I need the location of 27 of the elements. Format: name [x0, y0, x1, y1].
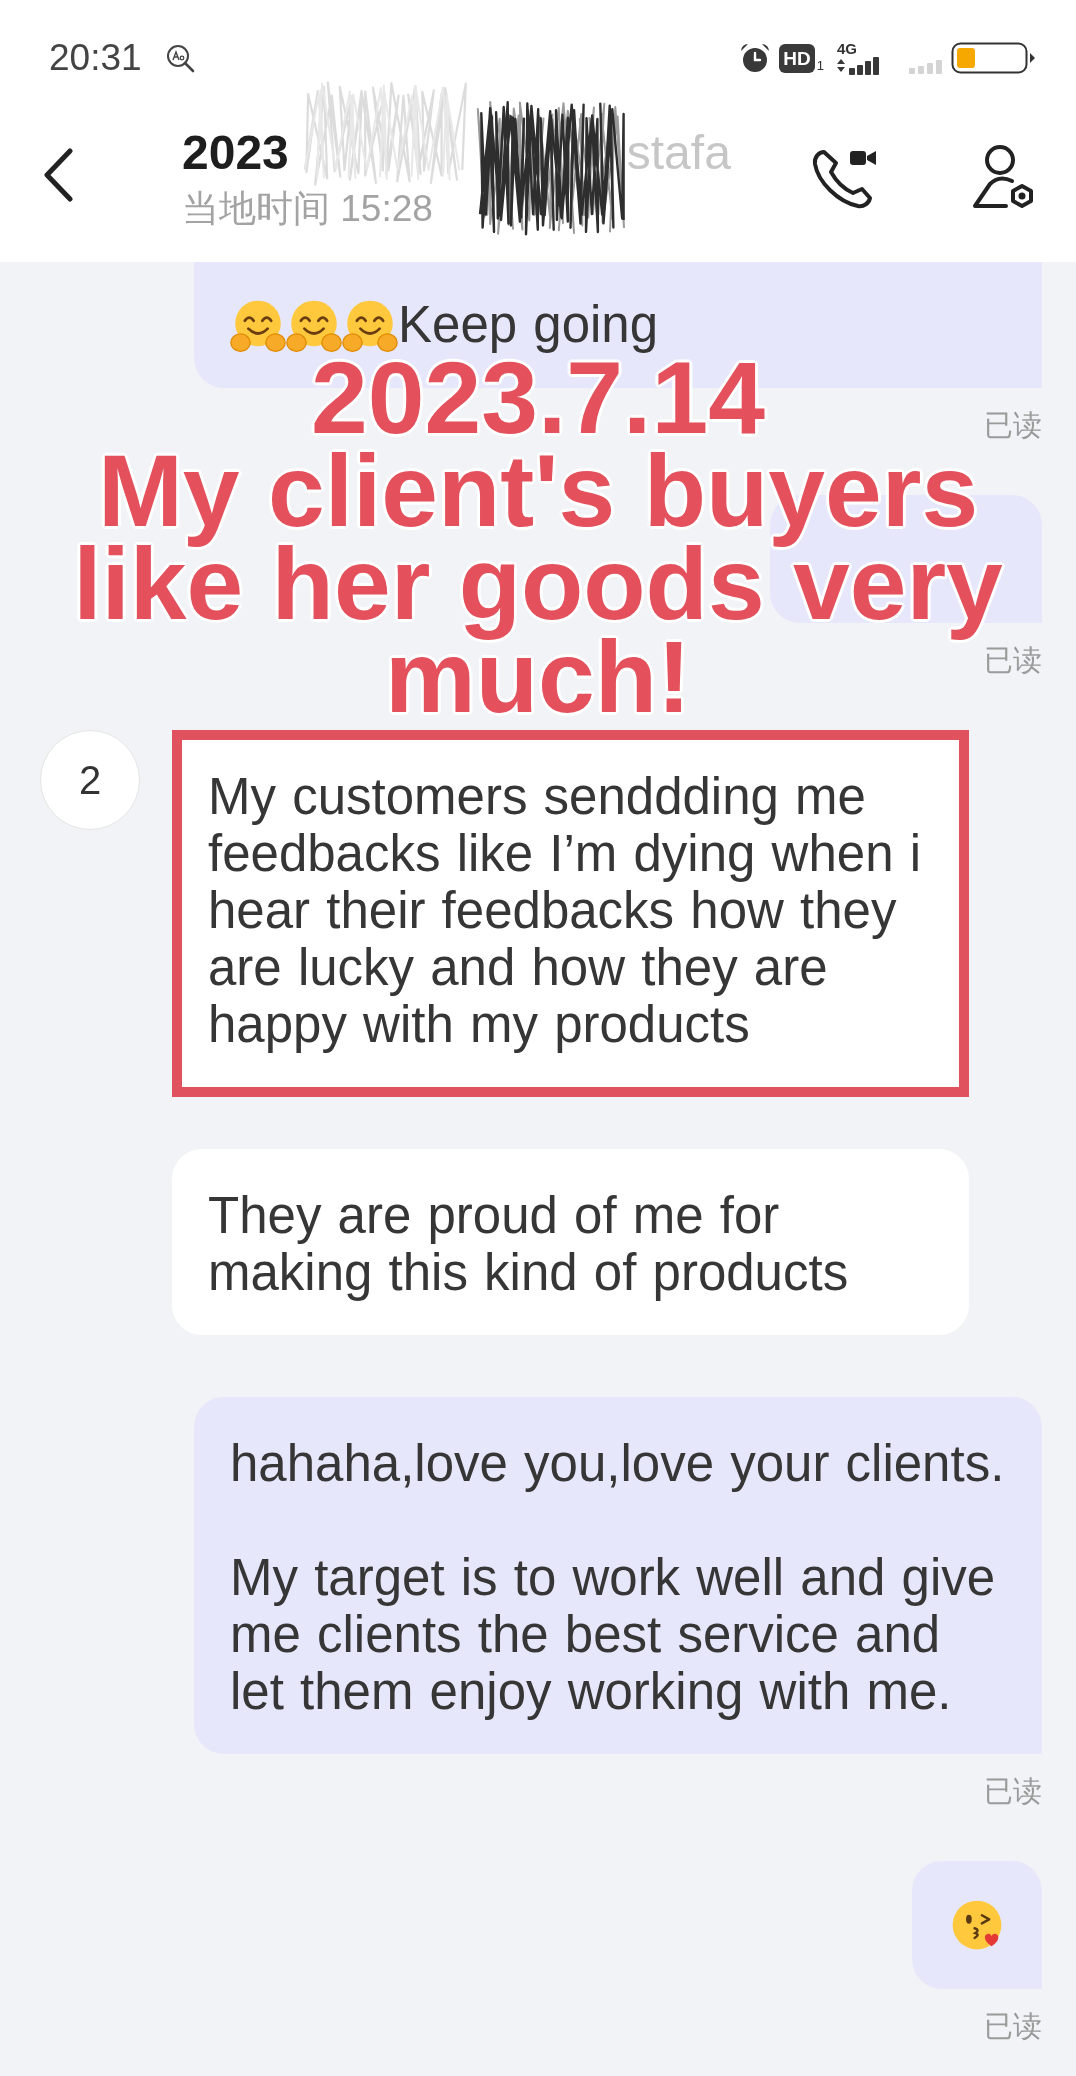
back-icon[interactable]	[42, 148, 74, 202]
contact-name: stafa	[626, 125, 731, 181]
contact-settings-icon[interactable]	[970, 144, 1036, 210]
message-text: hahaha,love you,love your clients. My target is to work well and give me clients the best service and let them enjoy working with me.	[230, 1435, 1006, 1720]
avatar[interactable]: 2	[40, 730, 140, 830]
video-call-icon[interactable]	[812, 148, 878, 210]
sim-slot-label: 1	[816, 58, 824, 73]
magnifier-icon	[165, 43, 195, 73]
status-time: 20:31	[49, 37, 142, 79]
read-receipt: 已读	[984, 643, 1042, 678]
message-text: They are proud of me for making this kind of products	[208, 1187, 849, 1301]
contact-name: 2023	[182, 125, 289, 181]
read-receipt: 已读	[984, 1774, 1042, 1809]
battery-icon	[951, 42, 1035, 74]
message-text: Keep going	[398, 296, 659, 353]
signal-icon	[909, 60, 943, 74]
hugging-face-icon	[342, 298, 398, 354]
local-time: 当地时间 15:28	[182, 187, 434, 231]
network-type-label: 4G	[837, 41, 857, 56]
alarm-clock-icon	[739, 42, 772, 74]
hugging-face-icon	[286, 298, 342, 354]
hugging-face-icon	[230, 298, 286, 354]
kissing-face-icon	[951, 1899, 1003, 1951]
message-text: My customers senddding me feedbacks like I’m dying when i hear their feedbacks how they are lucky and how they are happy with my products	[208, 768, 923, 1053]
read-receipt: 已读	[984, 2009, 1042, 2044]
read-receipt: 已读	[984, 408, 1042, 443]
hd-badge: HD	[779, 43, 815, 73]
